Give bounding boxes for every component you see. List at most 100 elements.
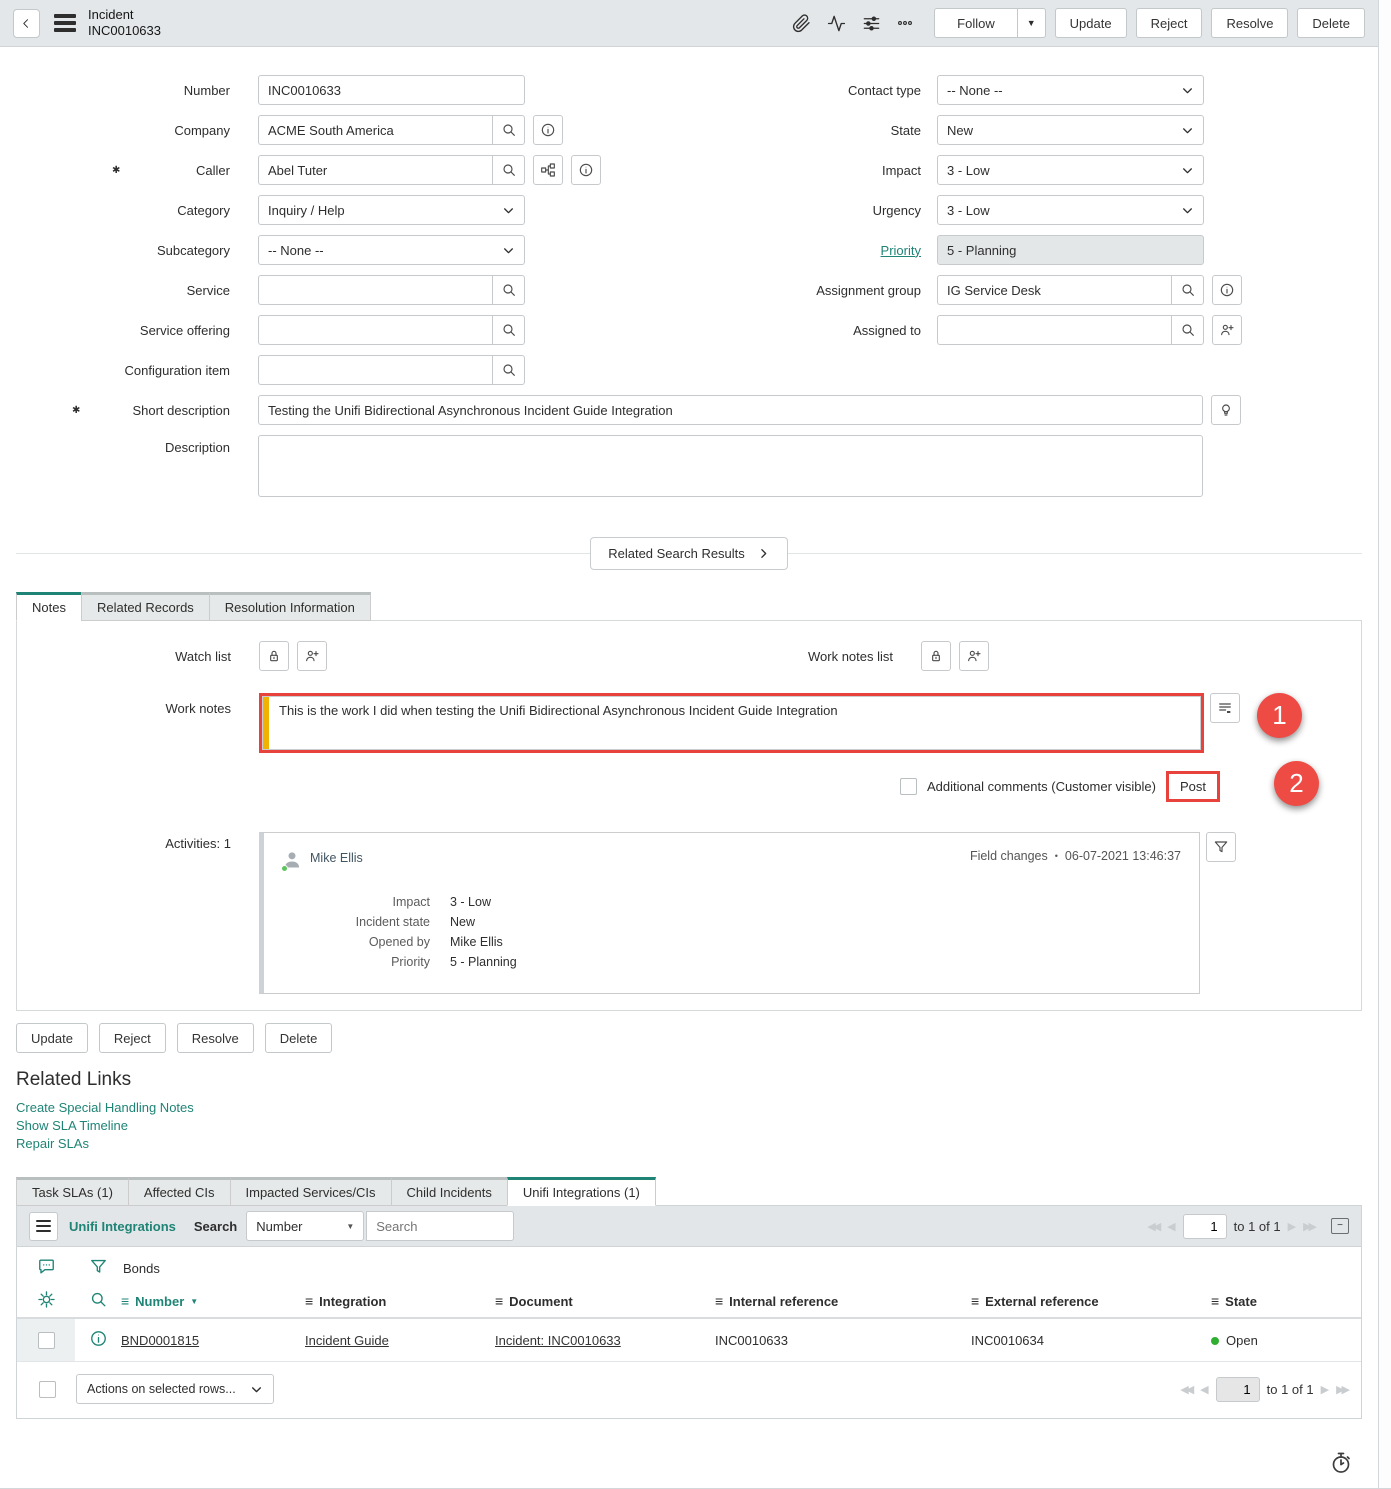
resolve-button-footer[interactable]: Resolve [177, 1023, 254, 1053]
tab-related-records[interactable]: Related Records [81, 592, 210, 621]
assignment-group-input[interactable] [937, 275, 1171, 305]
row-document-link[interactable]: Incident: INC0010633 [495, 1333, 621, 1348]
delete-button-footer[interactable]: Delete [265, 1023, 333, 1053]
column-header-external-reference[interactable]: ≡External reference [971, 1293, 1211, 1309]
reject-button-footer[interactable]: Reject [99, 1023, 166, 1053]
select-all-checkbox[interactable] [39, 1381, 56, 1398]
knowledge-search-button[interactable] [1211, 395, 1241, 425]
assignment-group-preview-button[interactable] [1212, 275, 1242, 305]
column-header-number[interactable]: ≡Number▼ [121, 1293, 305, 1309]
work-notes-field[interactable]: This is the work I did when testing the … [262, 696, 1201, 750]
next-page-icon[interactable]: ▶ [1321, 1383, 1329, 1396]
first-page-icon[interactable]: ◀◀ [1147, 1220, 1158, 1233]
toggle-activity-display-button[interactable] [1210, 693, 1240, 723]
impact-select[interactable]: 3 - Low [937, 155, 1204, 185]
tab-notes[interactable]: Notes [16, 592, 82, 621]
company-preview-button[interactable] [533, 115, 563, 145]
last-page-icon[interactable]: ▶▶ [1336, 1383, 1347, 1396]
description-textarea[interactable] [258, 435, 1203, 497]
activity-stream-button[interactable] [827, 14, 846, 33]
delete-button[interactable]: Delete [1297, 8, 1365, 38]
back-button[interactable] [13, 9, 40, 38]
additional-comments-checkbox[interactable] [900, 778, 917, 795]
work-notes-list-add-me-button[interactable] [959, 641, 989, 671]
service-offering-lookup-button[interactable] [492, 315, 525, 345]
attachment-button[interactable] [792, 14, 811, 33]
personalize-form-button[interactable] [862, 14, 881, 33]
update-button-footer[interactable]: Update [16, 1023, 88, 1053]
post-button[interactable]: Post [1180, 779, 1206, 794]
tab-child-incidents[interactable]: Child Incidents [391, 1177, 508, 1206]
company-lookup-button[interactable] [492, 115, 525, 145]
work-notes-list-lock-button[interactable] [921, 641, 951, 671]
caller-preview-button[interactable] [571, 155, 601, 185]
page-number-input[interactable] [1183, 1214, 1227, 1239]
assign-to-me-button[interactable] [1212, 315, 1242, 345]
configuration-item-input[interactable] [258, 355, 492, 385]
service-offering-input[interactable] [258, 315, 492, 345]
activity-filter-button[interactable] [1206, 832, 1236, 862]
previous-page-icon[interactable]: ◀ [1200, 1383, 1208, 1396]
tab-resolution-information[interactable]: Resolution Information [209, 592, 371, 621]
column-header-state[interactable]: ≡State [1211, 1293, 1361, 1309]
assigned-to-lookup-button[interactable] [1171, 315, 1204, 345]
update-button[interactable]: Update [1055, 8, 1127, 38]
row-preview-button[interactable] [89, 1329, 108, 1351]
short-description-input[interactable] [258, 395, 1203, 425]
column-header-integration[interactable]: ≡Integration [305, 1293, 495, 1309]
actions-on-selected-rows-select[interactable]: Actions on selected rows... [76, 1374, 274, 1404]
collapse-list-button[interactable]: − [1331, 1218, 1349, 1234]
service-input[interactable] [258, 275, 492, 305]
list-search-toggle-button[interactable] [89, 1290, 108, 1312]
list-comments-button[interactable] [37, 1257, 56, 1279]
caller-hierarchy-button[interactable] [533, 155, 563, 185]
row-integration-link[interactable]: Incident Guide [305, 1333, 389, 1348]
list-search-input[interactable] [366, 1211, 514, 1241]
work-notes-text[interactable]: This is the work I did when testing the … [263, 697, 1200, 749]
company-input[interactable] [258, 115, 492, 145]
watch-list-add-me-button[interactable] [297, 641, 327, 671]
activity-user-link[interactable]: Mike Ellis [310, 851, 363, 865]
list-context-menu-button[interactable] [29, 1212, 58, 1241]
context-menu-icon[interactable] [54, 11, 76, 36]
list-filter-button[interactable] [89, 1257, 108, 1279]
column-header-document[interactable]: ≡Document [495, 1293, 715, 1309]
list-personalize-button[interactable] [37, 1290, 56, 1312]
configuration-item-lookup-button[interactable] [492, 355, 525, 385]
watch-list-lock-button[interactable] [259, 641, 289, 671]
search-field-select[interactable]: Number ▼ [246, 1211, 364, 1241]
caller-input[interactable] [258, 155, 492, 185]
related-link-repair-slas[interactable]: Repair SLAs [16, 1136, 1362, 1151]
scrollbar-track[interactable] [1378, 0, 1391, 1488]
list-breadcrumb[interactable]: Bonds [123, 1261, 160, 1276]
urgency-select[interactable]: 3 - Low [937, 195, 1204, 225]
subcategory-select[interactable]: -- None -- [258, 235, 525, 265]
previous-page-icon[interactable]: ◀ [1167, 1220, 1175, 1233]
category-select[interactable]: Inquiry / Help [258, 195, 525, 225]
more-options-button[interactable] [897, 15, 913, 31]
state-select[interactable]: New [937, 115, 1204, 145]
last-page-icon[interactable]: ▶▶ [1303, 1220, 1314, 1233]
tab-task-slas[interactable]: Task SLAs (1) [16, 1177, 129, 1206]
next-page-icon[interactable]: ▶ [1288, 1220, 1296, 1233]
row-number-link[interactable]: BND0001815 [121, 1333, 199, 1348]
reject-button[interactable]: Reject [1136, 8, 1203, 38]
column-header-internal-reference[interactable]: ≡Internal reference [715, 1293, 971, 1309]
tab-impacted-services-cis[interactable]: Impacted Services/CIs [230, 1177, 392, 1206]
number-input[interactable] [258, 75, 525, 105]
follow-button[interactable]: Follow [934, 8, 1018, 38]
response-time-button[interactable] [1329, 1451, 1353, 1478]
tab-affected-cis[interactable]: Affected CIs [128, 1177, 231, 1206]
first-page-icon[interactable]: ◀◀ [1180, 1383, 1191, 1396]
assigned-to-input[interactable] [937, 315, 1171, 345]
related-link-show-sla-timeline[interactable]: Show SLA Timeline [16, 1118, 1362, 1133]
service-lookup-button[interactable] [492, 275, 525, 305]
contact-type-select[interactable]: -- None -- [937, 75, 1204, 105]
tab-unifi-integrations[interactable]: Unifi Integrations (1) [507, 1177, 656, 1206]
caller-lookup-button[interactable] [492, 155, 525, 185]
resolve-button[interactable]: Resolve [1211, 8, 1288, 38]
priority-link[interactable]: Priority [881, 243, 921, 258]
related-link-create-special-handling-notes[interactable]: Create Special Handling Notes [16, 1100, 1362, 1115]
assignment-group-lookup-button[interactable] [1171, 275, 1204, 305]
related-search-results-button[interactable]: Related Search Results [590, 537, 788, 570]
